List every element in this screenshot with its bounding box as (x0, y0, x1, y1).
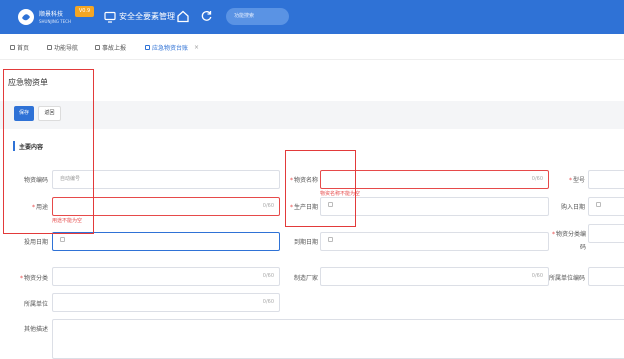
unit-label: 所属单位 (23, 301, 48, 308)
category-field[interactable]: 0/60 (52, 267, 280, 286)
brand-name: 顺景科技 SHUNJING TECH (39, 11, 71, 24)
buy-date-label: 购入日期 (560, 204, 585, 211)
maker-field[interactable]: 0/60 (320, 267, 549, 286)
page-icon (10, 45, 15, 50)
tab-home[interactable]: 首页 (10, 43, 29, 52)
page-icon (95, 45, 100, 50)
tab-bar (0, 34, 624, 60)
close-icon[interactable]: × (194, 44, 199, 51)
calendar-icon (60, 237, 65, 242)
calendar-icon (328, 237, 333, 242)
home-icon[interactable] (176, 9, 190, 23)
unit-field[interactable]: 0/60 (52, 293, 280, 312)
page-icon (145, 45, 150, 50)
buy-date-field[interactable] (588, 197, 624, 216)
tab-function-nav[interactable]: 功能导航 (47, 43, 78, 52)
expire-date-field[interactable] (320, 232, 549, 251)
use-date-field[interactable] (52, 232, 280, 251)
monitor-icon (104, 11, 116, 23)
highlight-box (3, 69, 94, 234)
category-code-label: *物资分类编码 (552, 231, 587, 251)
page-icon (47, 45, 52, 50)
model-label: *型号 (568, 177, 585, 184)
model-field[interactable] (588, 170, 624, 189)
maker-label: 制造厂家 (293, 275, 318, 282)
category-label: *物资分类 (19, 275, 48, 282)
expire-date-label: 到期日期 (293, 239, 318, 246)
category-code-field[interactable] (588, 224, 624, 243)
search-input[interactable] (226, 8, 289, 25)
brand-logo-icon (18, 9, 34, 25)
unit-code-label: 所属单位编码 (548, 275, 585, 282)
unit-code-field[interactable] (588, 267, 624, 286)
version-badge: V0.9 (75, 6, 94, 17)
top-bar (0, 0, 624, 34)
tab-accident-report[interactable]: 事故上报 (95, 43, 126, 52)
desc-label: 其他描述 (23, 326, 48, 333)
system-title[interactable]: 安全全要素管理 (119, 11, 175, 22)
highlight-box (285, 150, 356, 227)
calendar-icon (596, 202, 601, 207)
refresh-icon[interactable] (200, 9, 213, 22)
use-date-label: 投用日期 (23, 239, 48, 246)
desc-field[interactable] (52, 319, 624, 359)
tab-emergency-supplies[interactable]: 应急物资台账 × (145, 43, 199, 52)
